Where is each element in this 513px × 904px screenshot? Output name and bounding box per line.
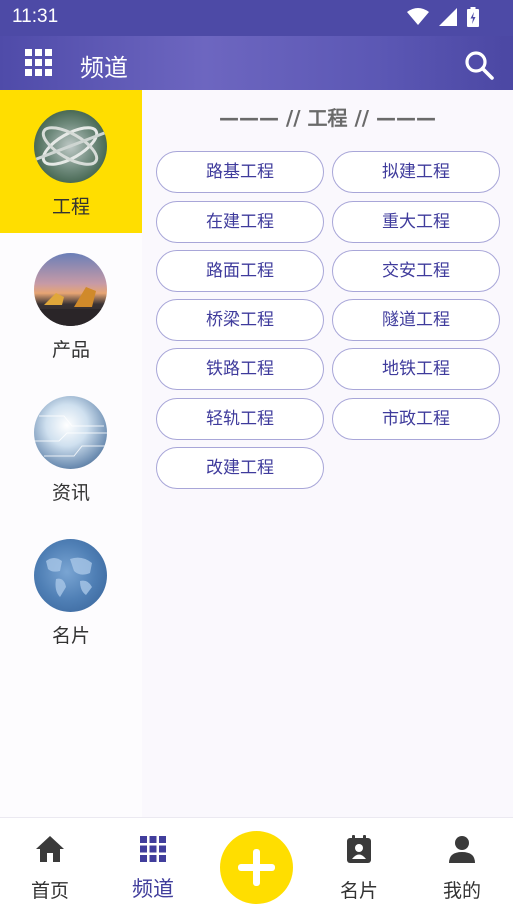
sidebar-item-news[interactable]: 资讯 — [0, 376, 142, 519]
person-icon — [449, 836, 475, 863]
chip-municipal[interactable]: 市政工程 — [332, 398, 500, 440]
nav-label: 我的 — [442, 880, 481, 902]
chip-bridge[interactable]: 桥梁工程 — [156, 299, 324, 341]
chip-light-rail[interactable]: 轻轨工程 — [156, 398, 324, 440]
chip-subway[interactable]: 地铁工程 — [332, 348, 500, 390]
home-icon — [36, 836, 64, 862]
sidebar-item-label: 产品 — [51, 339, 90, 361]
chip-tunnel[interactable]: 隧道工程 — [332, 299, 500, 341]
add-button[interactable] — [220, 831, 293, 904]
nav-label: 名片 — [339, 880, 378, 902]
bottom-nav: 首页 频道 名片 我的 — [0, 817, 513, 904]
signal-icon — [439, 8, 457, 26]
search-icon[interactable] — [464, 50, 494, 80]
status-time: 11:31 — [12, 6, 59, 27]
circuit-network-thumbnail — [34, 396, 107, 469]
channel-content: ——— // 工程 // ——— 路基工程 拟建工程 在建工程 重大工程 路面工… — [142, 90, 513, 817]
nav-label: 首页 — [30, 880, 69, 902]
nav-home[interactable]: 首页 — [0, 818, 100, 904]
chip-major[interactable]: 重大工程 — [332, 201, 500, 243]
status-icons — [407, 7, 479, 27]
sidebar-item-label: 工程 — [51, 196, 90, 218]
nav-card[interactable]: 名片 — [309, 818, 409, 904]
construction-machinery-thumbnail — [34, 253, 107, 326]
page-title: 频道 — [80, 54, 128, 82]
battery-icon — [467, 7, 479, 27]
plus-icon — [238, 849, 275, 886]
wifi-icon — [407, 8, 429, 25]
grid-menu-icon[interactable] — [25, 49, 52, 76]
nav-label: 频道 — [132, 877, 174, 901]
sidebar-item-label: 资讯 — [51, 482, 90, 504]
chip-roadbed[interactable]: 路基工程 — [156, 151, 324, 193]
category-sidebar: 工程 产品 资讯 名片 — [0, 90, 142, 817]
chip-under-construction[interactable]: 在建工程 — [156, 201, 324, 243]
world-map-globe-thumbnail — [34, 539, 107, 612]
chip-traffic-safety[interactable]: 交安工程 — [332, 250, 500, 292]
section-title: ——— // 工程 // ——— — [218, 106, 437, 130]
chip-proposed[interactable]: 拟建工程 — [332, 151, 500, 193]
nav-mine[interactable]: 我的 — [412, 818, 512, 904]
sidebar-item-products[interactable]: 产品 — [0, 233, 142, 376]
chip-railway[interactable]: 铁路工程 — [156, 348, 324, 390]
sidebar-item-card[interactable]: 名片 — [0, 519, 142, 662]
app-bar: 频道 — [0, 36, 513, 90]
grid-icon — [140, 836, 166, 862]
highway-interchange-thumbnail — [34, 110, 107, 183]
nav-channel[interactable]: 频道 — [103, 818, 203, 904]
chip-renovation[interactable]: 改建工程 — [156, 447, 324, 489]
contact-card-icon — [347, 835, 371, 863]
sidebar-item-label: 名片 — [51, 625, 90, 647]
sidebar-item-engineering[interactable]: 工程 — [0, 90, 142, 233]
chip-pavement[interactable]: 路面工程 — [156, 250, 324, 292]
status-bar: 11:31 — [0, 0, 513, 36]
